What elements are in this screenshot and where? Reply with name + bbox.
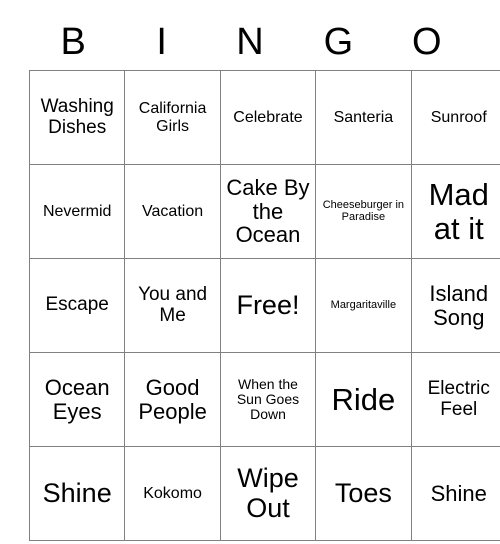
header-letter-i: I bbox=[156, 21, 167, 63]
bingo-cell[interactable]: Good People bbox=[124, 352, 221, 447]
bingo-cell[interactable]: Cheeseburger in Paradise bbox=[315, 164, 412, 259]
bingo-cell[interactable]: When the Sun Goes Down bbox=[219, 352, 317, 447]
bingo-cell[interactable]: Toes bbox=[315, 446, 412, 541]
bingo-card: B I N G O Washing Dishes California Girl… bbox=[28, 14, 500, 541]
bingo-cell[interactable]: Island Song bbox=[410, 258, 500, 353]
bingo-cell[interactable]: Ocean Eyes bbox=[28, 352, 126, 447]
bingo-cell[interactable]: Wipe Out bbox=[219, 446, 317, 541]
bingo-cell[interactable]: Sunroof bbox=[410, 70, 500, 165]
bingo-row: Nevermid Vacation Cake By the Ocean Chee… bbox=[28, 164, 500, 259]
bingo-cell-free-space[interactable]: Free! bbox=[219, 258, 317, 353]
bingo-cell[interactable]: Santeria bbox=[315, 70, 412, 165]
header-letter-g: G bbox=[323, 21, 354, 63]
bingo-cell[interactable]: Shine bbox=[28, 446, 126, 541]
bingo-cell[interactable]: Cake By the Ocean bbox=[219, 164, 317, 259]
bingo-cell[interactable]: Margaritaville bbox=[315, 258, 412, 353]
bingo-cell[interactable]: Celebrate bbox=[219, 70, 317, 165]
header-letter-b: B bbox=[60, 21, 86, 63]
bingo-cell[interactable]: Kokomo bbox=[124, 446, 221, 541]
bingo-cell[interactable]: Escape bbox=[28, 258, 126, 353]
header-letter-o: O bbox=[412, 21, 442, 63]
bingo-header-row: B I N G O bbox=[29, 14, 471, 70]
bingo-cell[interactable]: Ride bbox=[315, 352, 412, 447]
bingo-cell[interactable]: Mad at it bbox=[410, 164, 500, 259]
bingo-cell[interactable]: Vacation bbox=[124, 164, 221, 259]
header-letter-n: N bbox=[236, 21, 264, 63]
bingo-row: Escape You and Me Free! Margaritaville I… bbox=[28, 258, 500, 353]
bingo-grid: Washing Dishes California Girls Celebrat… bbox=[28, 70, 500, 541]
bingo-row: Ocean Eyes Good People When the Sun Goes… bbox=[28, 352, 500, 447]
bingo-cell[interactable]: Washing Dishes bbox=[28, 70, 126, 165]
bingo-row: Washing Dishes California Girls Celebrat… bbox=[28, 70, 500, 165]
bingo-cell[interactable]: You and Me bbox=[124, 258, 221, 353]
bingo-cell[interactable]: Shine bbox=[410, 446, 500, 541]
bingo-cell[interactable]: California Girls bbox=[124, 70, 221, 165]
bingo-cell[interactable]: Electric Feel bbox=[410, 352, 500, 447]
bingo-cell[interactable]: Nevermid bbox=[28, 164, 126, 259]
bingo-row: Shine Kokomo Wipe Out Toes Shine bbox=[28, 446, 500, 541]
